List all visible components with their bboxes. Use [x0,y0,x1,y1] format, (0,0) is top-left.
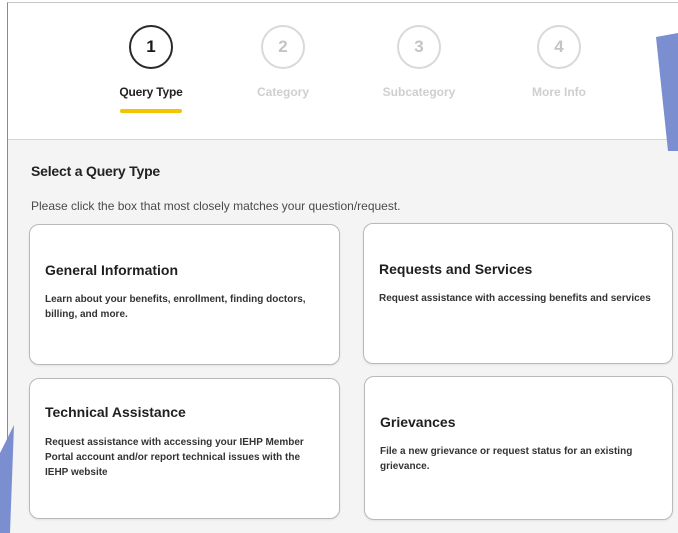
card-requests-and-services[interactable]: Requests and Services Request assistance… [363,223,673,364]
step-2: 2 Category [228,25,338,99]
card-title: Grievances [380,414,456,430]
step-3-label: Subcategory [382,85,456,99]
step-2-label: Category [256,85,309,99]
step-1[interactable]: 1 Query Type [96,25,206,113]
step-4-label: More Info [532,85,586,99]
page-description: Please click the box that most closely m… [31,199,401,213]
active-step-indicator [120,109,182,113]
card-grievances[interactable]: Grievances File a new grievance or reque… [364,376,673,520]
step-4: 4 More Info [504,25,614,99]
card-general-information[interactable]: General Information Learn about your ben… [29,224,340,365]
card-technical-assistance[interactable]: Technical Assistance Request assistance … [29,378,340,519]
stepper: 1 Query Type 2 Category 3 Subcategory 4 … [8,3,678,140]
card-description: Request assistance with accessing your I… [45,437,304,478]
step-4-circle: 4 [537,25,581,69]
card-title: Requests and Services [379,261,533,277]
card-description: Learn about your benefits, enrollment, f… [45,294,306,320]
step-1-circle: 1 [129,25,173,69]
step-3-circle: 3 [397,25,441,69]
screen: 1 Query Type 2 Category 3 Subcategory 4 … [0,0,678,533]
query-wizard-panel: 1 Query Type 2 Category 3 Subcategory 4 … [7,2,678,533]
step-1-label: Query Type [119,85,183,99]
card-title: General Information [45,262,179,278]
step-2-circle: 2 [261,25,305,69]
decorative-corner-shape [0,425,14,533]
card-description: File a new grievance or request status f… [380,446,633,472]
step-3: 3 Subcategory [364,25,474,99]
card-description: Request assistance with accessing benefi… [379,293,651,304]
decorative-arrow-shape [656,33,678,151]
card-title: Technical Assistance [45,404,186,420]
page-title: Select a Query Type [31,163,161,179]
